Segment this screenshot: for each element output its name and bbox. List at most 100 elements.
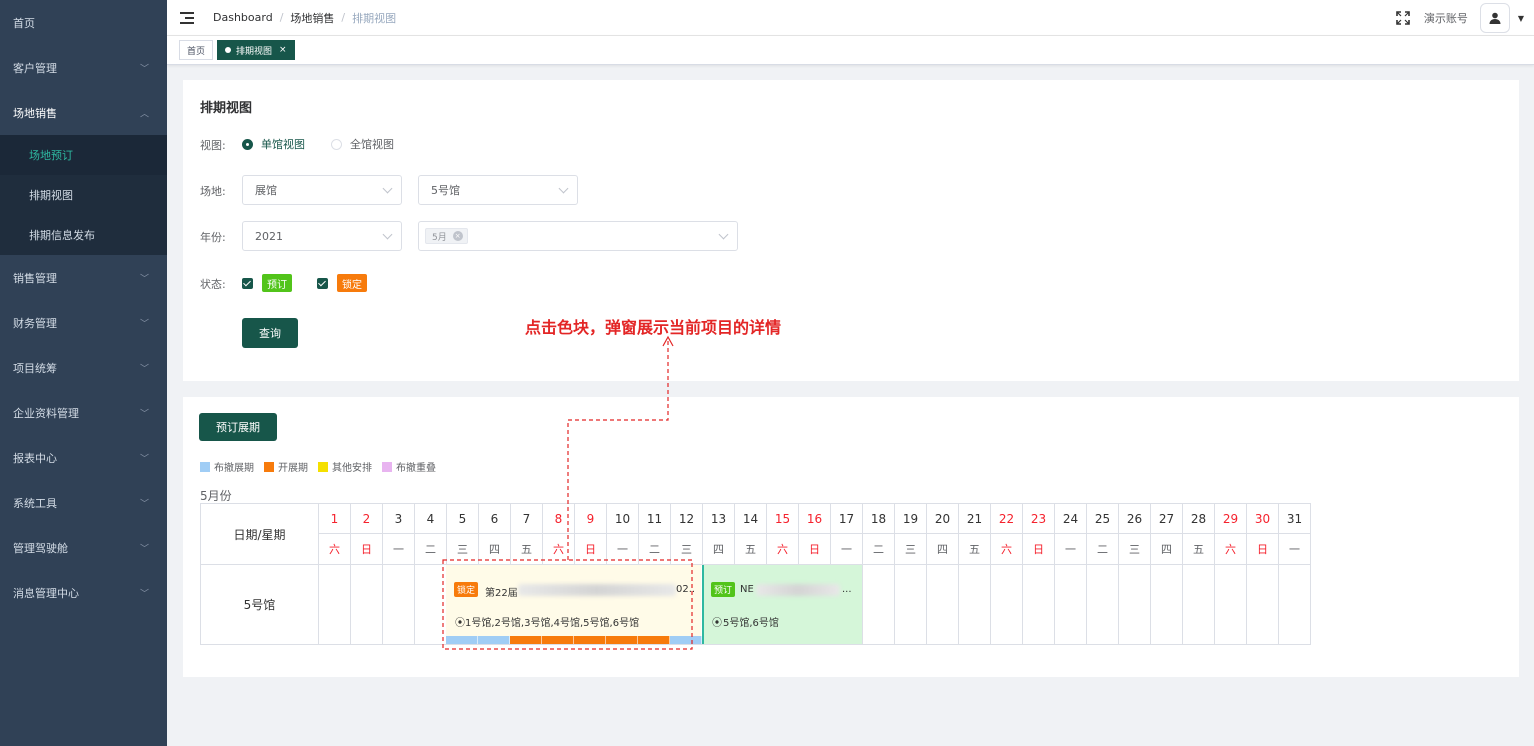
day-cell[interactable] (1215, 565, 1247, 645)
day-cell[interactable] (895, 565, 927, 645)
day-cell[interactable] (383, 565, 415, 645)
sidebar-item-sales[interactable]: 销售管理 ﹀ (0, 255, 167, 300)
weekday: 日 (1023, 534, 1055, 565)
sidebar-item-customer[interactable]: 客户管理 ﹀ (0, 45, 167, 90)
weekday: 一 (1055, 534, 1087, 565)
sidebar-item-home[interactable]: 首页 (0, 0, 167, 45)
close-icon[interactable]: × (279, 45, 287, 55)
caret-down-icon[interactable]: ▼ (1518, 14, 1524, 23)
day-number: 15 (767, 504, 799, 534)
day-cell[interactable] (1247, 565, 1279, 645)
venue-type-select[interactable]: 展馆 (242, 175, 402, 205)
weekday: 四 (1151, 534, 1183, 565)
timeline-segment (638, 636, 670, 644)
view-label: 视图: (200, 139, 226, 152)
chevron-down-icon (718, 229, 729, 240)
day-cell[interactable] (991, 565, 1023, 645)
active-dot-icon (225, 47, 232, 53)
day-cell[interactable] (1279, 565, 1311, 645)
schedule-block-reserved[interactable]: 预订 NE ... ⦿ 5号馆,6号馆 (702, 565, 862, 644)
submenu-label: 排期视图 (29, 189, 73, 202)
day-cell[interactable] (1183, 565, 1215, 645)
radio-single-view[interactable]: 单馆视图 (242, 136, 305, 152)
year-select[interactable]: 2021 (242, 221, 402, 251)
sidebar-item-cockpit[interactable]: 管理驾驶舱 ﹀ (0, 525, 167, 570)
book-period-button[interactable]: 预订展期 (199, 413, 277, 441)
sidebar-item-finance[interactable]: 财务管理 ﹀ (0, 300, 167, 345)
tab-schedule-view[interactable]: 排期视图 × (217, 40, 295, 60)
day-cell[interactable] (1087, 565, 1119, 645)
fullscreen-icon[interactable] (1396, 11, 1410, 25)
checkbox-locked[interactable]: 锁定 (317, 274, 367, 292)
day-cell[interactable] (1055, 565, 1087, 645)
day-cell[interactable] (415, 565, 447, 645)
sidebar-sub-schedule-view[interactable]: 排期视图 (0, 175, 167, 215)
checkbox-checked-icon (242, 277, 253, 289)
query-button[interactable]: 查询 (242, 318, 298, 348)
user-icon (1489, 12, 1501, 24)
weekday: 二 (863, 534, 895, 565)
day-number: 11 (639, 504, 671, 534)
weekday: 六 (543, 534, 575, 565)
weekday: 一 (1279, 534, 1311, 565)
schedule-block-locked[interactable]: 锁定 第22届 02.. ⦿ 1号馆,2号馆,3号馆,4号馆,5号馆,6号馆 (446, 565, 702, 644)
breadcrumb-dashboard[interactable]: Dashboard (213, 11, 273, 24)
weekday: 日 (351, 534, 383, 565)
day-number: 31 (1279, 504, 1311, 534)
chip-close-icon[interactable]: × (452, 231, 463, 241)
sidebar-item-tools[interactable]: 系统工具 ﹀ (0, 480, 167, 525)
weekday: 日 (1247, 534, 1279, 565)
day-cell[interactable] (319, 565, 351, 645)
day-number: 5 (447, 504, 479, 534)
sidebar: 首页 客户管理 ﹀ 场地销售 ︿ 场地预订 排期视图 排期信息发布 销售管理 ﹀ 财务… (0, 0, 167, 746)
day-cell[interactable] (927, 565, 959, 645)
day-number: 17 (831, 504, 863, 534)
day-cell[interactable] (351, 565, 383, 645)
day-cell[interactable] (959, 565, 991, 645)
sidebar-item-venue-sales[interactable]: 场地销售 ︿ (0, 90, 167, 135)
checkbox-reserved[interactable]: 预订 (242, 274, 292, 292)
sidebar-sub-venue-booking[interactable]: 场地预订 (0, 135, 167, 175)
avatar[interactable] (1479, 3, 1510, 33)
sidebar-item-reports[interactable]: 报表中心 ﹀ (0, 435, 167, 480)
weekday: 三 (1119, 534, 1151, 565)
day-cell[interactable] (1119, 565, 1151, 645)
weekday: 六 (767, 534, 799, 565)
legend: 布撤展期 开展期 其他安排 布撤重叠 (200, 459, 446, 474)
day-number: 29 (1215, 504, 1247, 534)
day-cell[interactable] (1023, 565, 1055, 645)
sidebar-item-project[interactable]: 项目统筹 ﹀ (0, 345, 167, 390)
day-number: 18 (863, 504, 895, 534)
menu-fold-icon[interactable] (180, 11, 194, 24)
year-label: 年份: (200, 231, 226, 244)
day-number: 12 (671, 504, 703, 534)
sidebar-item-enterprise[interactable]: 企业资料管理 ﹀ (0, 390, 167, 435)
select-value: 2021 (255, 229, 283, 243)
radio-all-view[interactable]: 全馆视图 (331, 136, 394, 152)
weekday: 一 (383, 534, 415, 565)
annotation-text: 点击色块，弹窗展示当前项目的详情 (525, 318, 782, 337)
header-right: 演示账号 ▼ (1396, 0, 1534, 36)
location-icon: ⦿ (712, 618, 722, 629)
tab-home[interactable]: 首页 (179, 40, 214, 60)
block-halls: 5号馆,6号馆 (723, 618, 779, 629)
hall-select[interactable]: 5号馆 (418, 175, 578, 205)
chevron-down-icon: ﹀ (139, 409, 149, 419)
timeline-segment (542, 636, 574, 644)
chevron-down-icon: ﹀ (139, 64, 149, 74)
day-cell[interactable] (1151, 565, 1183, 645)
submenu-venue-sales: 场地预订 排期视图 排期信息发布 (0, 135, 167, 255)
day-cell[interactable] (863, 565, 895, 645)
month-multiselect[interactable]: 5月 × (418, 221, 738, 251)
menu-label: 首页 (13, 16, 35, 30)
menu-label: 报表中心 (13, 451, 57, 465)
sidebar-item-messages[interactable]: 消息管理中心 ﹀ (0, 570, 167, 615)
weekday: 四 (703, 534, 735, 565)
sidebar-sub-schedule-publish[interactable]: 排期信息发布 (0, 215, 167, 255)
breadcrumb-current: 排期视图 (352, 11, 397, 25)
weekday: 三 (447, 534, 479, 565)
account-name[interactable]: 演示账号 (1424, 10, 1468, 26)
chevron-down-icon (558, 183, 569, 194)
tags-view: 首页 排期视图 × (167, 36, 1534, 65)
day-number: 3 (383, 504, 415, 534)
